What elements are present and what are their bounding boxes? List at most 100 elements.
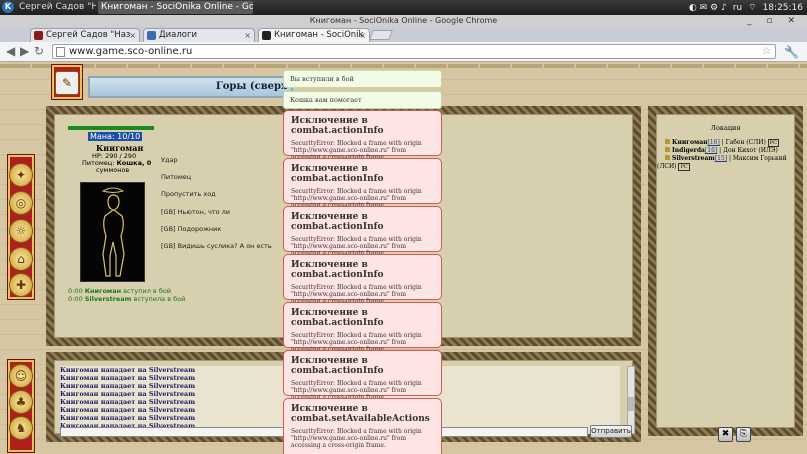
error-notification[interactable]: Исключение в combat.actionInfo SecurityEr… — [283, 110, 442, 161]
error-notification[interactable]: Исключение в combat.actionInfo SecurityEr… — [283, 302, 442, 353]
log-name: Silverstream — [84, 295, 132, 303]
player-entry[interactable]: Silverstream[15] | Максим Горький — [665, 155, 787, 162]
tray-icons[interactable]: ◐ ✉ ⚙ ♪ — [689, 3, 727, 13]
tab-game[interactable]: Книгоман - SociOnik × — [258, 28, 370, 42]
quest-icon[interactable]: ✚ — [9, 273, 33, 297]
error-notification[interactable]: Исключение в combat.actionInfo SecurityEr… — [283, 254, 442, 305]
address-bar[interactable]: www.game.sco-online.ru ☆ — [52, 44, 776, 59]
build-icon[interactable]: ⌂ — [9, 247, 33, 271]
notification-ok[interactable]: Вы вступили в бой — [283, 70, 442, 88]
wrench-icon[interactable]: 🔧 — [784, 45, 799, 59]
action-plantain[interactable]: [GB] Подорожник — [161, 225, 221, 233]
forward-icon[interactable]: ▶ — [20, 44, 29, 58]
map-banner[interactable]: ✎ — [52, 65, 82, 99]
taskbar-item-chrome[interactable]: Книгоман - SociOnika Online - Goo — [98, 1, 253, 14]
player-level[interactable]: [15] — [715, 155, 727, 162]
player-type: | Габен (СЛИ) — [721, 139, 766, 146]
tab-label: Диалоги — [159, 30, 197, 40]
star-icon[interactable]: ☆ — [762, 45, 771, 58]
player-type: (ЛСИ) — [657, 163, 677, 170]
scroll-icon[interactable]: ⎘ — [736, 427, 751, 442]
action-newton[interactable]: [GB] Ньютон, что ли — [161, 208, 230, 216]
error-body: SecurityError: Blocked a frame with orig… — [291, 428, 422, 449]
character-avatar — [80, 182, 145, 282]
player-badge-icon — [665, 139, 670, 144]
map-icon[interactable]: ✎ — [55, 71, 79, 95]
left-menu-banner: ✦ ◎ ☼ ⌂ ✚ — [8, 155, 34, 299]
player-name: Книгоман — [672, 139, 708, 146]
error-title: Исключение в combat.actionInfo — [291, 356, 384, 376]
summons-count: , 0 — [141, 159, 152, 167]
player-badge-icon — [665, 155, 670, 160]
log-time: 0:00 — [68, 295, 83, 303]
player-level[interactable]: [16] — [707, 139, 719, 146]
player-badge-icon — [665, 147, 670, 152]
error-notification[interactable]: Исключение в combat.actionInfo SecurityEr… — [283, 206, 442, 257]
tab-book[interactable]: Сергей Садов "Наз × — [30, 28, 140, 42]
action-pet[interactable]: Питомец — [161, 173, 191, 181]
error-title: Исключение в combat.actionInfo — [291, 212, 384, 232]
action-skip[interactable]: Пропустить ход — [161, 190, 216, 198]
scroll-thumb[interactable] — [628, 397, 634, 411]
player-level[interactable]: [16] — [705, 147, 717, 154]
new-tab-button[interactable] — [369, 30, 393, 40]
taskbar-item-book[interactable]: Сергей Садов "Но — [16, 1, 96, 14]
tab-label: Книгоман - SociOnik — [274, 30, 364, 40]
character-icon[interactable]: ☺ — [9, 364, 33, 388]
location-panel: Локация Книгоман[16] | Габен (СЛИ) PC In… — [648, 106, 803, 442]
combat-log-entry: 0:00 Книгоман вступил в бой — [68, 287, 171, 295]
error-notification[interactable]: Исключение в combat.actionInfo SecurityEr… — [283, 350, 442, 401]
player-entry[interactable]: Indigerda[16] | Дон Кихот (ИЛЭ) — [665, 147, 778, 154]
close-icon[interactable]: × — [129, 29, 136, 42]
error-notification[interactable]: Исключение в combat.actionInfo SecurityEr… — [283, 158, 442, 209]
error-title: Исключение в combat.setAvailableActions — [291, 404, 430, 424]
taskbar-item-label: Книгоман - SociOnika Online - Goo — [101, 2, 253, 12]
os-taskbar: K Сергей Садов "Но Книгоман - SociOnika … — [0, 0, 807, 15]
error-title: Исключение в combat.actionInfo — [291, 164, 384, 184]
error-title: Исключение в combat.actionInfo — [291, 260, 384, 280]
skills-icon[interactable]: ☼ — [9, 219, 33, 243]
kde-menu-icon[interactable]: K — [2, 1, 14, 13]
vk-favicon-icon — [147, 31, 156, 40]
send-button[interactable]: Отправить — [590, 425, 632, 438]
combat-log-entry: 0:00 Silverstream вступила в бой — [68, 295, 185, 303]
log-text: вступил в бой — [123, 287, 172, 295]
silhouette-icon — [101, 187, 125, 277]
page-icon — [56, 47, 65, 57]
game-favicon-icon — [262, 31, 271, 40]
tab-strip: Сергей Садов "Наз × Диалоги × Книгоман -… — [0, 27, 807, 42]
wifi-icon[interactable]: ⌔ — [748, 2, 756, 13]
player-type: | Максим Горький — [728, 155, 787, 162]
tab-dialogs[interactable]: Диалоги × — [143, 28, 255, 42]
player-entry[interactable]: Книгоман[16] | Габен (СЛИ) PC — [665, 139, 779, 147]
error-notification[interactable]: Исключение в combat.setAvailableActions S… — [283, 398, 442, 454]
close-icon[interactable]: × — [359, 29, 366, 42]
window-controls[interactable]: _ ▫ ✕ — [747, 15, 801, 27]
error-title: Исключение в combat.actionInfo — [291, 308, 384, 328]
mana-text: Мана: 10/10 — [88, 132, 143, 141]
guild-icon[interactable]: ♞ — [9, 416, 33, 440]
location-bar: Горы (сверх — [88, 76, 293, 98]
url-text: www.game.sco-online.ru — [69, 46, 193, 57]
player-type: | Дон Кихот (ИЛЭ) — [719, 147, 778, 154]
close-battle-icon[interactable]: ✖ — [718, 427, 733, 442]
close-icon[interactable]: × — [244, 29, 251, 42]
player-name: Silverstream — [672, 155, 715, 162]
location-name: Горы (сверх — [215, 81, 287, 92]
player-pc-badge: PC — [678, 163, 690, 171]
action-gopher[interactable]: [GB] Видишь суслика? А он есть — [161, 242, 272, 250]
back-icon[interactable]: ◀ — [6, 44, 15, 58]
left-menu-banner-2: ☺ ♣ ♞ — [8, 360, 34, 452]
log-text: вступила в бой — [133, 295, 186, 303]
notification-ok[interactable]: Кошка вам помогает — [283, 91, 442, 109]
action-attack[interactable]: Удар — [161, 156, 178, 164]
faction-icon[interactable]: ♣ — [9, 390, 33, 414]
coins-icon[interactable]: ◎ — [9, 191, 33, 215]
reload-icon[interactable]: ↻ — [34, 44, 44, 58]
log-time: 0:00 — [68, 287, 83, 295]
keyboard-layout[interactable]: ru — [733, 3, 742, 13]
inventory-icon[interactable]: ✦ — [9, 163, 33, 187]
chat-scrollbar[interactable] — [627, 366, 635, 434]
clock[interactable]: 18:25:16 — [763, 3, 803, 13]
taskbar-item-label: Сергей Садов "Но — [19, 2, 96, 12]
